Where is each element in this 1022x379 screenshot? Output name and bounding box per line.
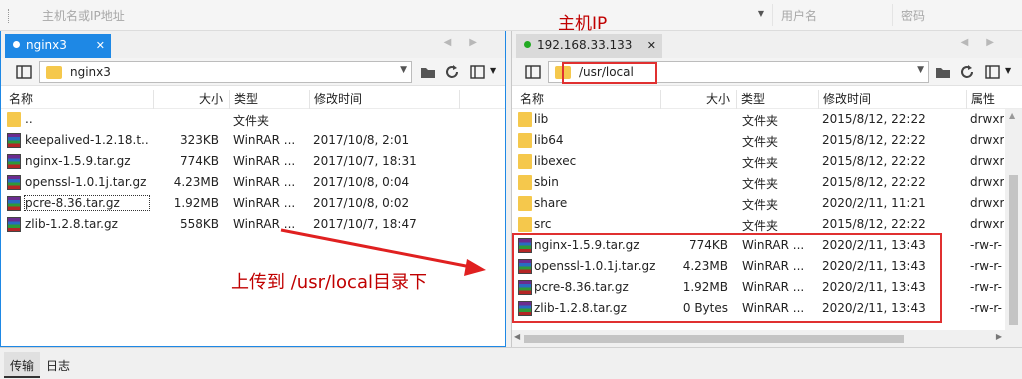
vertical-scrollbar[interactable]: ▲	[1005, 109, 1022, 331]
file-row[interactable]: libexec 文件夹 2015/8/12, 22:22 drwxr	[512, 151, 1022, 172]
cell-attr: -rw-r-	[970, 259, 1002, 273]
upload-annotation: 上传到 /usr/local目录下	[231, 272, 427, 293]
scroll-up-icon[interactable]: ▲	[1009, 111, 1015, 120]
sidebar-toggle-icon[interactable]	[524, 63, 542, 81]
toolbar-grip-icon[interactable]	[8, 9, 11, 23]
col-type[interactable]: 类型	[736, 90, 816, 109]
chevron-down-icon[interactable]: ▼	[1005, 66, 1011, 75]
cell-attr: drwxr	[970, 112, 1004, 126]
host-input[interactable]: 主机名或IP地址 ▼	[22, 4, 770, 26]
file-row[interactable]: share 文件夹 2020/2/11, 11:21 drwxr	[512, 193, 1022, 214]
cell-attr: drwxr	[970, 154, 1004, 168]
cell-modified: 2015/8/12, 22:22	[822, 154, 926, 168]
cell-name: share	[534, 196, 568, 210]
close-icon[interactable]: ✕	[647, 39, 656, 52]
tab-scroll-icons[interactable]: ◀▶	[961, 37, 1012, 48]
cell-type: 文件夹	[742, 156, 779, 170]
scroll-left-icon[interactable]: ◀	[514, 332, 520, 341]
chevron-down-icon[interactable]: ▼	[758, 9, 764, 18]
folder-icon	[518, 133, 532, 148]
file-row[interactable]: lib 文件夹 2015/8/12, 22:22 drwxr	[512, 109, 1022, 130]
username-placeholder: 用户名	[781, 9, 818, 23]
cell-name: sbin	[534, 175, 559, 189]
tab-log[interactable]: 日志	[40, 352, 76, 378]
refresh-icon[interactable]	[958, 63, 976, 81]
col-name[interactable]: 名称	[516, 90, 660, 109]
connection-bar: 主机名或IP地址 ▼ 用户名 密码	[0, 0, 1022, 31]
col-attr[interactable]: 属性	[966, 90, 1006, 109]
scroll-thumb[interactable]	[524, 335, 904, 343]
scroll-right-icon[interactable]: ▶	[996, 332, 1002, 341]
scroll-thumb[interactable]	[1009, 175, 1018, 325]
chevron-down-icon[interactable]: ▼	[917, 65, 924, 75]
file-row[interactable]: sbin 文件夹 2015/8/12, 22:22 drwxr	[512, 172, 1022, 193]
remote-column-header: 名称 大小 类型 修改时间 属性	[512, 87, 1022, 109]
cell-type: 文件夹	[742, 198, 779, 212]
cell-attr: -rw-r-	[970, 301, 1002, 315]
username-input[interactable]: 用户名	[772, 4, 890, 26]
remote-pane: 192.168.33.133 ✕ ◀▶ /usr/local ▼ ▼ 名称 大小…	[511, 31, 1022, 347]
bottom-tabs: 传输 日志	[0, 347, 1022, 379]
cell-attr: drwxr	[970, 196, 1004, 210]
cell-type: 文件夹	[742, 177, 779, 191]
connected-dot-icon	[524, 41, 531, 48]
host-placeholder: 主机名或IP地址	[42, 9, 125, 23]
file-row[interactable]: src 文件夹 2015/8/12, 22:22 drwxr	[512, 214, 1022, 235]
cell-modified: 2015/8/12, 22:22	[822, 217, 926, 231]
remote-tabstrip: 192.168.33.133 ✕ ◀▶	[512, 31, 1022, 58]
password-input[interactable]: 密码	[892, 4, 1020, 26]
tab-remote[interactable]: 192.168.33.133 ✕	[516, 34, 662, 58]
folder-icon	[518, 154, 532, 169]
folder-icon	[518, 112, 532, 127]
remote-pathbar: /usr/local ▼ ▼	[512, 58, 1022, 86]
horizontal-scrollbar[interactable]: ◀ ▶	[512, 330, 1022, 347]
view-mode-icon[interactable]	[984, 63, 1002, 81]
folder-icon	[518, 217, 532, 232]
cell-name: libexec	[534, 154, 577, 168]
cell-name: lib64	[534, 133, 564, 147]
tab-transfer[interactable]: 传输	[4, 352, 41, 378]
upload-arrow	[280, 228, 486, 276]
folder-icon	[518, 196, 532, 211]
open-folder-icon[interactable]	[934, 63, 952, 81]
cell-type: 文件夹	[742, 114, 779, 128]
cell-type: 文件夹	[742, 135, 779, 149]
col-size[interactable]: 大小	[660, 90, 734, 109]
uploaded-files-highlight-box	[512, 233, 942, 323]
cell-attr: drwxr	[970, 217, 1004, 231]
cell-modified: 2015/8/12, 22:22	[822, 133, 926, 147]
cell-modified: 2020/2/11, 11:21	[822, 196, 926, 210]
cell-name: src	[534, 217, 552, 231]
path-highlight-box	[562, 62, 657, 84]
cell-attr: drwxr	[970, 175, 1004, 189]
file-row[interactable]: lib64 文件夹 2015/8/12, 22:22 drwxr	[512, 130, 1022, 151]
password-placeholder: 密码	[901, 9, 926, 23]
col-modified[interactable]: 修改时间	[818, 90, 966, 109]
cell-type: 文件夹	[742, 219, 779, 233]
cell-attr: -rw-r-	[970, 280, 1002, 294]
cell-modified: 2015/8/12, 22:22	[822, 175, 926, 189]
cell-attr: drwxr	[970, 133, 1004, 147]
cell-modified: 2015/8/12, 22:22	[822, 112, 926, 126]
tab-label: 192.168.33.133	[537, 38, 633, 52]
local-pane: nginx3 ✕ ◀▶ nginx3 ▼ ▼ 名称 大小 类型 修改时间 .. 文…	[0, 31, 506, 347]
folder-icon	[518, 175, 532, 190]
cell-attr: -rw-r-	[970, 238, 1002, 252]
cell-name: lib	[534, 112, 549, 126]
